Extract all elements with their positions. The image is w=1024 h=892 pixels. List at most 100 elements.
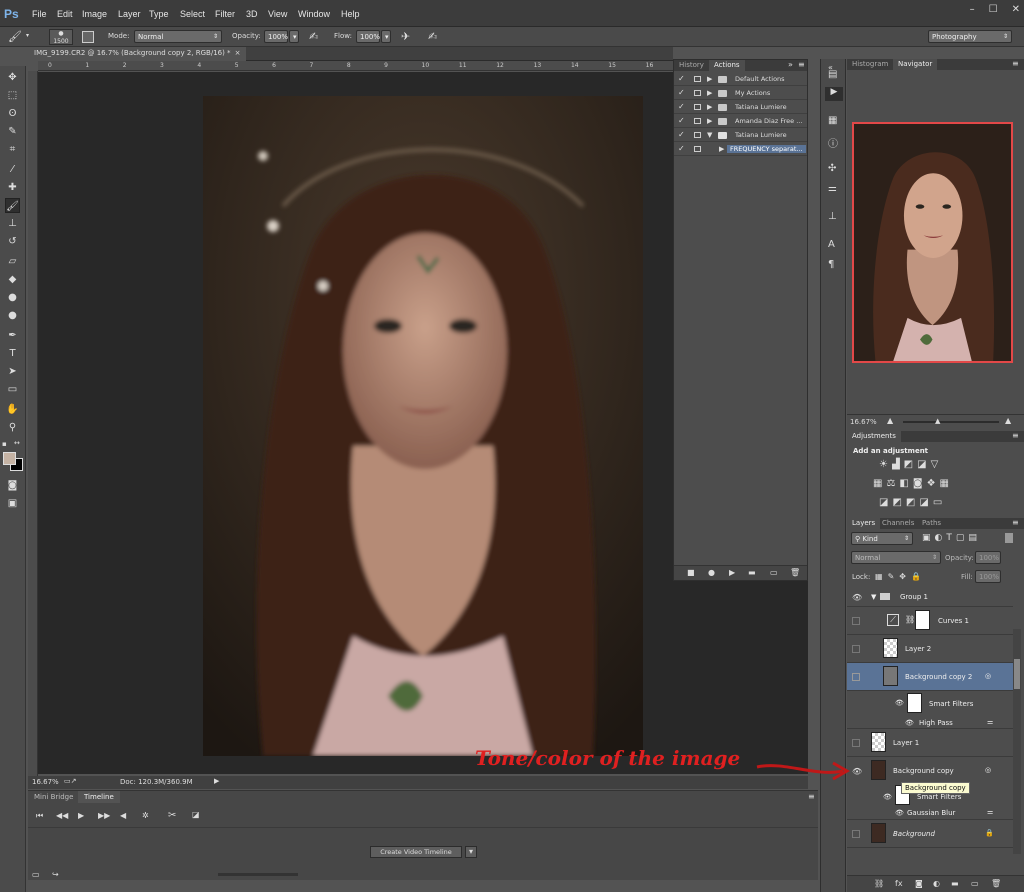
character-icon[interactable]: A (828, 239, 835, 250)
eye-icon[interactable]: 👁 (895, 699, 904, 707)
navigator-thumbnail[interactable] (852, 122, 1013, 363)
panel-menu-icon[interactable]: ≡ (1012, 518, 1019, 527)
filter-row[interactable]: 👁 Gaussian Blur ⚌ (847, 806, 1013, 820)
navigator-zoom-slider[interactable] (903, 421, 999, 423)
export-icon[interactable]: ▭↗ (64, 777, 76, 785)
smart-object-filter-icon[interactable]: ▤ (968, 533, 981, 543)
layer-row[interactable]: 👁 Background copy ◎ (847, 757, 1013, 785)
checkmark-icon[interactable]: ✓ (678, 74, 685, 83)
new-group-icon[interactable]: ▬ (951, 879, 959, 888)
new-action-icon[interactable]: ▭ (770, 568, 778, 577)
pen-tool-icon[interactable]: ✒ (5, 328, 20, 343)
dialog-toggle-icon[interactable] (694, 90, 701, 96)
layer-opacity-input[interactable]: 100% (975, 551, 1001, 564)
action-row-selected[interactable]: ✓ ▶ FREQUENCY separat... (674, 142, 807, 156)
smart-filter-icon[interactable]: ◎ (985, 672, 991, 680)
smart-filter-icon[interactable]: ◎ (985, 766, 991, 774)
next-frame-icon[interactable]: ▶▶ (98, 811, 110, 820)
fill-input[interactable]: 100% (975, 570, 1001, 583)
tab-channels[interactable]: Channels (877, 518, 919, 529)
brush-panel-icon[interactable]: ⚌ (828, 183, 837, 194)
tab-navigator[interactable]: Navigator (893, 59, 938, 70)
menu-layer[interactable]: Layer (118, 9, 141, 19)
smart-object-thumbnail[interactable] (871, 760, 886, 780)
collapse-set-icon[interactable]: ▼ (707, 131, 712, 139)
checkmark-icon[interactable]: ✓ (678, 130, 685, 139)
new-set-icon[interactable]: ▬ (748, 568, 756, 577)
eye-icon[interactable]: 👁 (895, 809, 904, 817)
panel-menu-icon[interactable]: ≡ (1012, 431, 1019, 440)
blur-tool-icon[interactable]: ● (5, 290, 20, 305)
clone-source-icon[interactable]: ⊥ (828, 211, 837, 222)
crop-tool-icon[interactable]: ⌗ (5, 142, 20, 157)
close-tab-icon[interactable]: × (235, 49, 241, 57)
navigator-zoom[interactable]: 16.67% (850, 418, 877, 426)
brush-presets-icon[interactable]: ✣ (828, 163, 836, 174)
play-icon[interactable]: ▶ (729, 568, 735, 577)
action-set-row[interactable]: ✓ ▼ Tatiana Lumiere (674, 128, 807, 142)
zoom-in-icon[interactable]: ▲ (1005, 416, 1011, 425)
layer-row[interactable]: 👁 ▼ Group 1 (847, 588, 1013, 607)
expand-icon[interactable]: ▶ (707, 89, 712, 97)
layer-thumbnail[interactable] (871, 823, 886, 843)
document-image[interactable] (203, 96, 643, 756)
levels-icon[interactable]: ▟ (892, 459, 904, 470)
gradient-map-icon[interactable]: ▭ (933, 497, 946, 508)
group-toggle-icon[interactable]: ▼ (871, 593, 876, 601)
opacity-input[interactable]: 100% (264, 30, 288, 43)
menu-type[interactable]: Type (149, 9, 169, 19)
threshold-icon[interactable]: ◩ (906, 497, 919, 508)
create-video-timeline-button[interactable]: Create Video Timeline (370, 846, 462, 858)
foreground-color-swatch[interactable] (3, 452, 16, 465)
paint-bucket-tool-icon[interactable]: ◆ (5, 272, 20, 287)
layer-thumbnail[interactable] (871, 732, 886, 752)
render-icon[interactable]: ▭ (32, 870, 40, 879)
layer-row-selected[interactable]: Background copy 2 ◎ (847, 663, 1013, 691)
opacity-dropdown-icon[interactable]: ▾ (289, 30, 299, 43)
channel-mixer-icon[interactable]: ❖ (927, 478, 940, 489)
tab-actions[interactable]: Actions (709, 60, 745, 71)
blend-mode-select[interactable]: Normal ⇕ (851, 551, 941, 564)
menu-3d[interactable]: 3D (246, 9, 258, 19)
filter-options-icon[interactable]: ⚌ (987, 808, 993, 816)
filter-mask-thumbnail[interactable] (907, 693, 922, 713)
split-icon[interactable]: ✂ (168, 810, 176, 821)
tab-histogram[interactable]: Histogram (847, 59, 893, 70)
menu-window[interactable]: Window (298, 9, 330, 19)
history-icon[interactable]: ▤ (828, 69, 837, 80)
tab-timeline[interactable]: Timeline (78, 791, 120, 803)
brush-tool-icon[interactable]: 🖌 (8, 30, 22, 43)
info-icon[interactable]: ⓘ (828, 135, 838, 150)
zoom-level[interactable]: 16.67% (32, 778, 59, 786)
eyedropper-tool-icon[interactable]: ⁄ (5, 162, 20, 177)
layer-row[interactable]: Layer 2 (847, 635, 1013, 663)
posterize-icon[interactable]: ◩ (892, 497, 905, 508)
hue-saturation-icon[interactable]: ▦ (873, 478, 886, 489)
dialog-toggle-icon[interactable] (694, 146, 701, 152)
eye-icon[interactable]: 👁 (852, 593, 862, 602)
play-icon[interactable]: ▶ (78, 811, 84, 820)
marquee-tool-icon[interactable]: ⬚ (5, 88, 20, 103)
photo-filter-icon[interactable]: ◙ (913, 478, 927, 489)
workspace-select[interactable]: Photography ⇕ (928, 30, 1012, 43)
pixel-filter-icon[interactable]: ▣ (922, 533, 935, 543)
clone-stamp-tool-icon[interactable]: ⊥ (5, 216, 20, 231)
dialog-toggle-icon[interactable] (694, 76, 701, 82)
lock-all-icon[interactable]: 🔒 (911, 572, 926, 581)
first-frame-icon[interactable]: ⏮ (36, 811, 43, 821)
type-tool-icon[interactable]: T (5, 346, 20, 361)
menu-select[interactable]: Select (180, 9, 205, 19)
document-tab[interactable]: IMG_9199.CR2 @ 16.7% (Background copy 2,… (28, 47, 247, 61)
prev-frame-icon[interactable]: ◀◀ (56, 811, 68, 820)
curves-icon[interactable]: ◩ (904, 459, 917, 470)
zoom-tool-icon[interactable]: ⚲ (5, 420, 20, 435)
screen-mode-icon[interactable]: ▣ (5, 496, 20, 511)
layer-row[interactable]: Background 🔒 (847, 820, 1013, 848)
stop-icon[interactable]: ■ (687, 568, 695, 577)
type-filter-icon[interactable]: T (946, 533, 956, 543)
quick-mask-icon[interactable]: ◙ (5, 478, 20, 493)
close-icon[interactable]: ✕ (1012, 4, 1020, 15)
dialog-toggle-icon[interactable] (694, 132, 701, 138)
eye-icon[interactable]: 👁 (852, 767, 862, 776)
layer-row[interactable]: ⟋ ⛓ Curves 1 (847, 607, 1013, 635)
